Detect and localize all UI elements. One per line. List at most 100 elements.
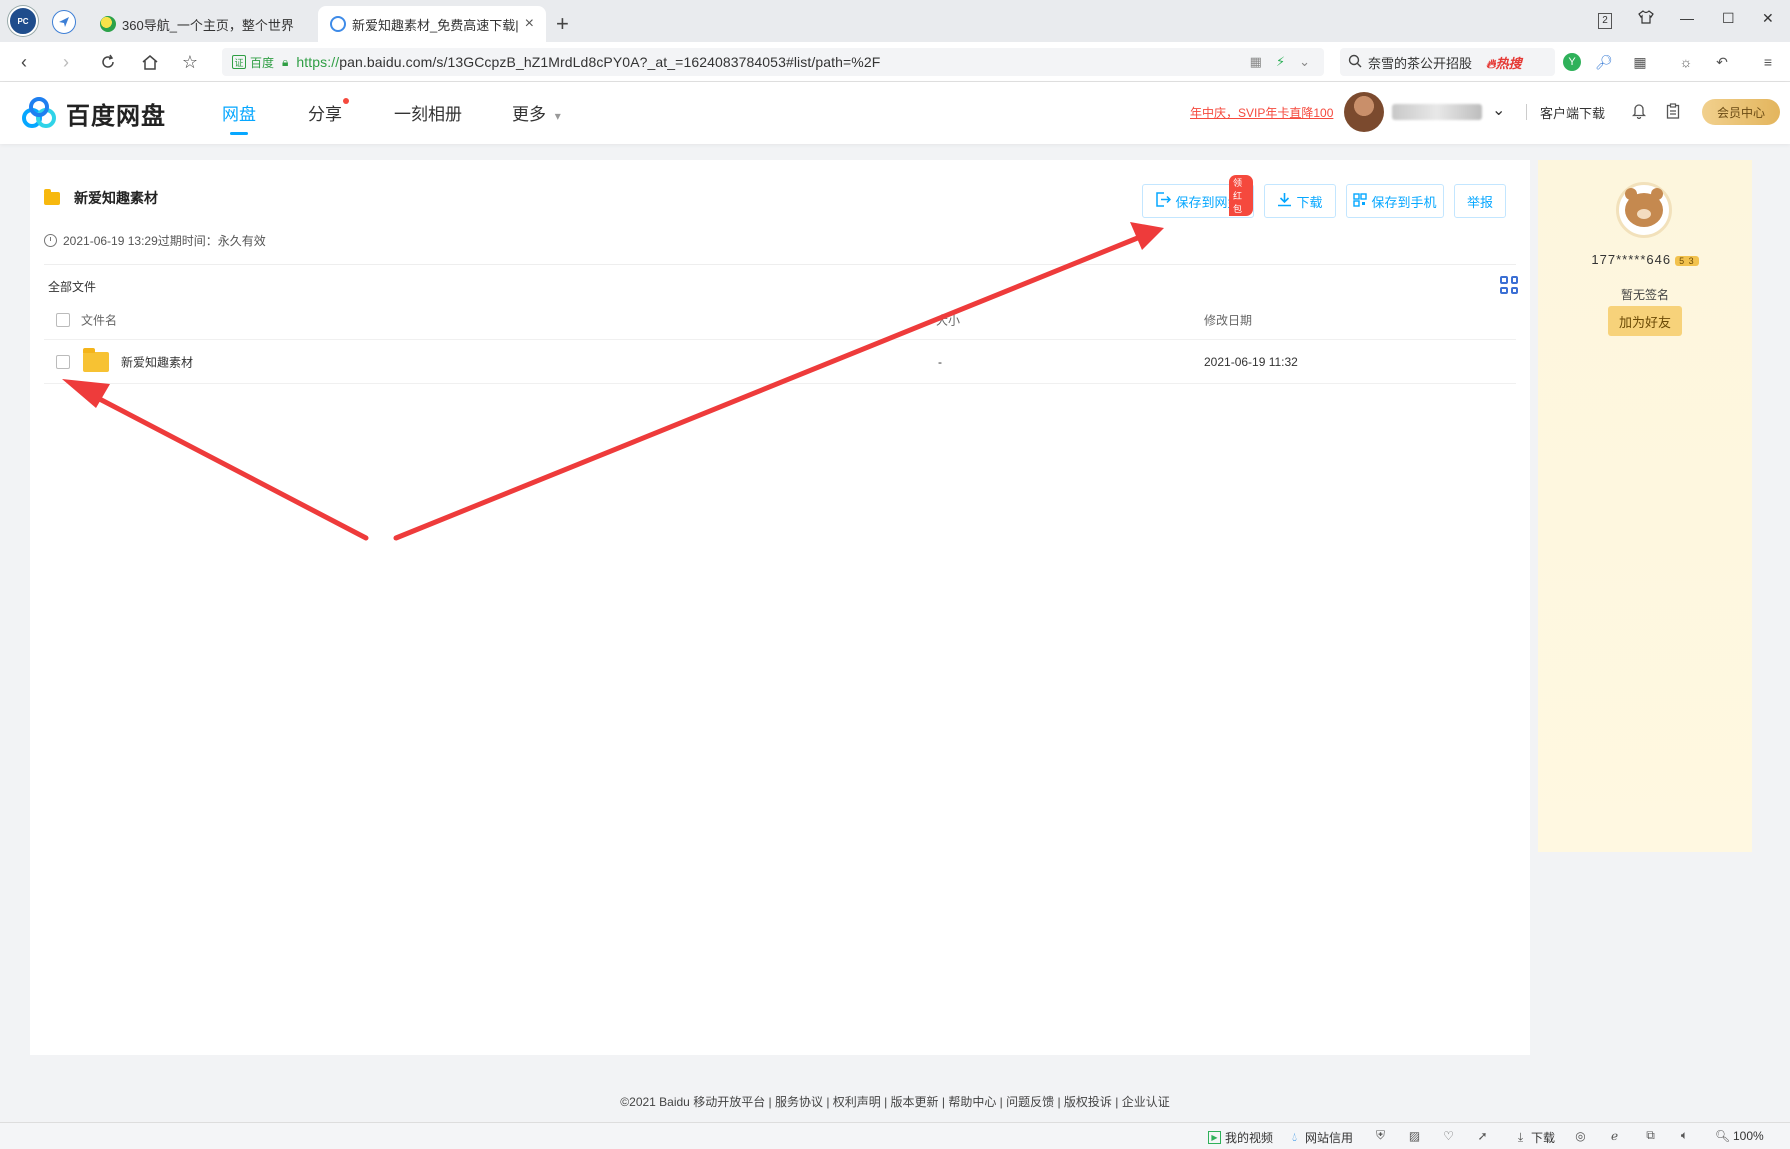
- breadcrumb[interactable]: 全部文件: [48, 278, 96, 295]
- column-modified-date[interactable]: 修改日期: [1204, 311, 1252, 328]
- bell-icon[interactable]: [1630, 102, 1648, 120]
- file-table-header: 文件名 大小 修改日期: [44, 300, 1516, 340]
- download-icon: ⤓: [1517, 1130, 1524, 1144]
- heartbeat-icon[interactable]: ♡: [1442, 1129, 1459, 1143]
- reload-icon[interactable]: [96, 50, 120, 74]
- zoom-control[interactable]: 🔍︎ 100%: [1714, 1129, 1764, 1143]
- magnifier-extension-icon[interactable]: 🔎︎: [1594, 52, 1614, 72]
- file-size: -: [938, 354, 942, 369]
- navigate-arrow-icon[interactable]: [52, 10, 76, 34]
- avatar[interactable]: [1344, 92, 1384, 132]
- close-window-icon[interactable]: ✕: [1762, 10, 1774, 27]
- grid-view-icon[interactable]: [1500, 276, 1518, 294]
- column-size[interactable]: 大小: [936, 311, 960, 328]
- header-divider-line: [44, 264, 1516, 265]
- brightness-icon[interactable]: ☼: [1676, 52, 1696, 72]
- folder-icon: [83, 347, 109, 372]
- favorite-star-icon[interactable]: ☆: [178, 50, 202, 74]
- logo-text: 百度网盘: [66, 103, 166, 130]
- certificate-badge[interactable]: 证 百度: [232, 54, 274, 71]
- page-footer: ©2021 Baidu 移动开放平台 | 服务协议 | 权利声明 | 版本更新 …: [620, 1095, 1170, 1109]
- skin-shirt-icon[interactable]: [1638, 10, 1654, 27]
- header-divider: [1526, 104, 1527, 120]
- browser-status-bar: ▶ 我的视频 💧︎ 网站信用 ⛨ ▨ ♡ ➚ ⤓ 下载 ◎ ℯ ⧉ 🔈︎ 🔍︎ …: [0, 1122, 1790, 1149]
- save-to-phone-button[interactable]: 保存到手机: [1346, 184, 1444, 218]
- row-checkbox[interactable]: [56, 354, 70, 369]
- shield-icon[interactable]: ⛨: [1374, 1128, 1391, 1142]
- volume-icon[interactable]: 🔈︎: [1678, 1128, 1695, 1142]
- url-bar[interactable]: 证 百度 🔒︎ https://pan.baidu.com/s/13GCcpzB…: [222, 48, 1324, 76]
- home-icon[interactable]: [138, 50, 162, 74]
- sharer-avatar[interactable]: [1616, 182, 1672, 238]
- speed-mode-icon[interactable]: ⚡: [1276, 54, 1285, 70]
- share-title: 新爱知趣素材: [44, 188, 158, 208]
- file-name[interactable]: 新爱知趣素材: [121, 353, 193, 370]
- search-icon: [1348, 54, 1362, 71]
- url-dropdown-icon[interactable]: ⌄: [1299, 54, 1310, 70]
- minimize-icon[interactable]: —: [1680, 10, 1694, 26]
- client-download-link[interactable]: 客户端下载: [1540, 103, 1605, 122]
- apps-grid-icon[interactable]: ▦: [1630, 52, 1650, 72]
- incognito-icon[interactable]: ◎: [1574, 1129, 1591, 1143]
- download-icon: [1277, 192, 1292, 210]
- nav-item-netdisk[interactable]: 网盘: [222, 100, 256, 135]
- zoom-icon: 🔍︎: [1714, 1129, 1731, 1143]
- baidu-pan-logo-icon: [20, 96, 58, 131]
- nav-item-share[interactable]: 分享: [308, 98, 349, 125]
- clock-icon: [44, 234, 57, 247]
- maximize-icon[interactable]: ☐: [1722, 10, 1735, 27]
- add-friend-button[interactable]: 加为好友: [1608, 306, 1682, 336]
- window-count-icon[interactable]: 2: [1598, 10, 1612, 29]
- table-row[interactable]: 新爱知趣素材 - 2021-06-19 11:32: [44, 340, 1516, 384]
- back-icon[interactable]: ‹: [12, 50, 36, 74]
- nav-item-album[interactable]: 一刻相册: [394, 100, 462, 125]
- site-credit-button[interactable]: 💧︎ 网站信用: [1288, 1129, 1353, 1146]
- column-file-name[interactable]: 文件名: [81, 311, 117, 328]
- download-button[interactable]: 下载: [1264, 184, 1336, 218]
- extension-green-icon[interactable]: Y: [1562, 52, 1582, 72]
- account-dropdown-icon[interactable]: ⌄: [1492, 100, 1505, 120]
- browser-tab-bar: PC 360导航_一个主页，整个世界 新爱知趣素材_免费高速下载|百度 × + …: [0, 0, 1790, 42]
- hot-search-label[interactable]: 🔥︎热搜: [1486, 53, 1522, 72]
- sharer-signature: 暂无签名: [1620, 288, 1669, 302]
- new-tab-button[interactable]: +: [556, 11, 569, 37]
- menu-icon[interactable]: ≡: [1758, 52, 1778, 72]
- red-packet-badge: 领红包: [1229, 175, 1253, 216]
- notification-dot: [343, 98, 349, 104]
- window-mode-icon[interactable]: ⧉: [1644, 1128, 1661, 1142]
- ie-mode-icon[interactable]: ℯ: [1608, 1129, 1625, 1143]
- baidu-pan-favicon-icon: [330, 16, 346, 32]
- tab-baidu-pan[interactable]: 新爱知趣素材_免费高速下载|百度 ×: [318, 6, 546, 42]
- baidu-pan-logo[interactable]: 百度网盘: [20, 96, 166, 131]
- folder-icon: [44, 188, 60, 205]
- sharer-id: 177*****646 5 3: [1538, 252, 1752, 267]
- qr-phone-icon: [1353, 192, 1368, 210]
- search-input[interactable]: 奈雪的茶公开招股 🔥︎热搜: [1340, 48, 1555, 76]
- download-manager-button[interactable]: ⤓ 下载: [1514, 1129, 1555, 1146]
- sharer-panel: 177*****646 5 3 暂无签名 加为好友: [1538, 160, 1752, 852]
- promo-link[interactable]: 年中庆，SVIP年卡直降100: [1190, 104, 1333, 121]
- close-tab-icon[interactable]: ×: [525, 15, 534, 33]
- share-main-panel: 新爱知趣素材 2021-06-19 13:29 过期时间： 永久有效 保存到网盘…: [30, 160, 1530, 1055]
- tab-title: 新爱知趣素材_免费高速下载|百度: [352, 17, 519, 33]
- my-videos-button[interactable]: ▶ 我的视频: [1208, 1129, 1273, 1146]
- browser-logo-icon[interactable]: PC: [8, 6, 38, 36]
- rocket-icon[interactable]: ➚: [1476, 1129, 1493, 1143]
- share-created-time: 2021-06-19 13:29: [63, 233, 158, 248]
- tab-360-nav[interactable]: 360导航_一个主页，整个世界: [88, 6, 313, 42]
- undo-icon[interactable]: ↶: [1712, 52, 1732, 72]
- lock-icon: 🔒︎: [282, 54, 289, 69]
- forward-icon[interactable]: ›: [54, 50, 78, 74]
- save-to-disk-button[interactable]: 保存到网盘 领红包: [1142, 175, 1254, 218]
- qr-code-icon[interactable]: ▦: [1250, 54, 1262, 70]
- cert-icon: 证: [232, 55, 246, 69]
- nav-item-more[interactable]: 更多 ▾: [512, 100, 561, 125]
- report-button[interactable]: 举报: [1454, 184, 1506, 218]
- select-all-checkbox[interactable]: [56, 312, 70, 327]
- clipboard-icon[interactable]: [1664, 102, 1682, 120]
- address-toolbar: ‹ › ☆ 证 百度 🔒︎ https://pan.baidu.com/s/13…: [0, 42, 1790, 82]
- expire-value: 永久有效: [217, 234, 266, 248]
- image-icon[interactable]: ▨: [1408, 1129, 1425, 1143]
- url-text[interactable]: https://pan.baidu.com/s/13GCcpzB_hZ1MrdL…: [296, 54, 880, 70]
- vip-center-button[interactable]: 会员中心: [1702, 99, 1780, 125]
